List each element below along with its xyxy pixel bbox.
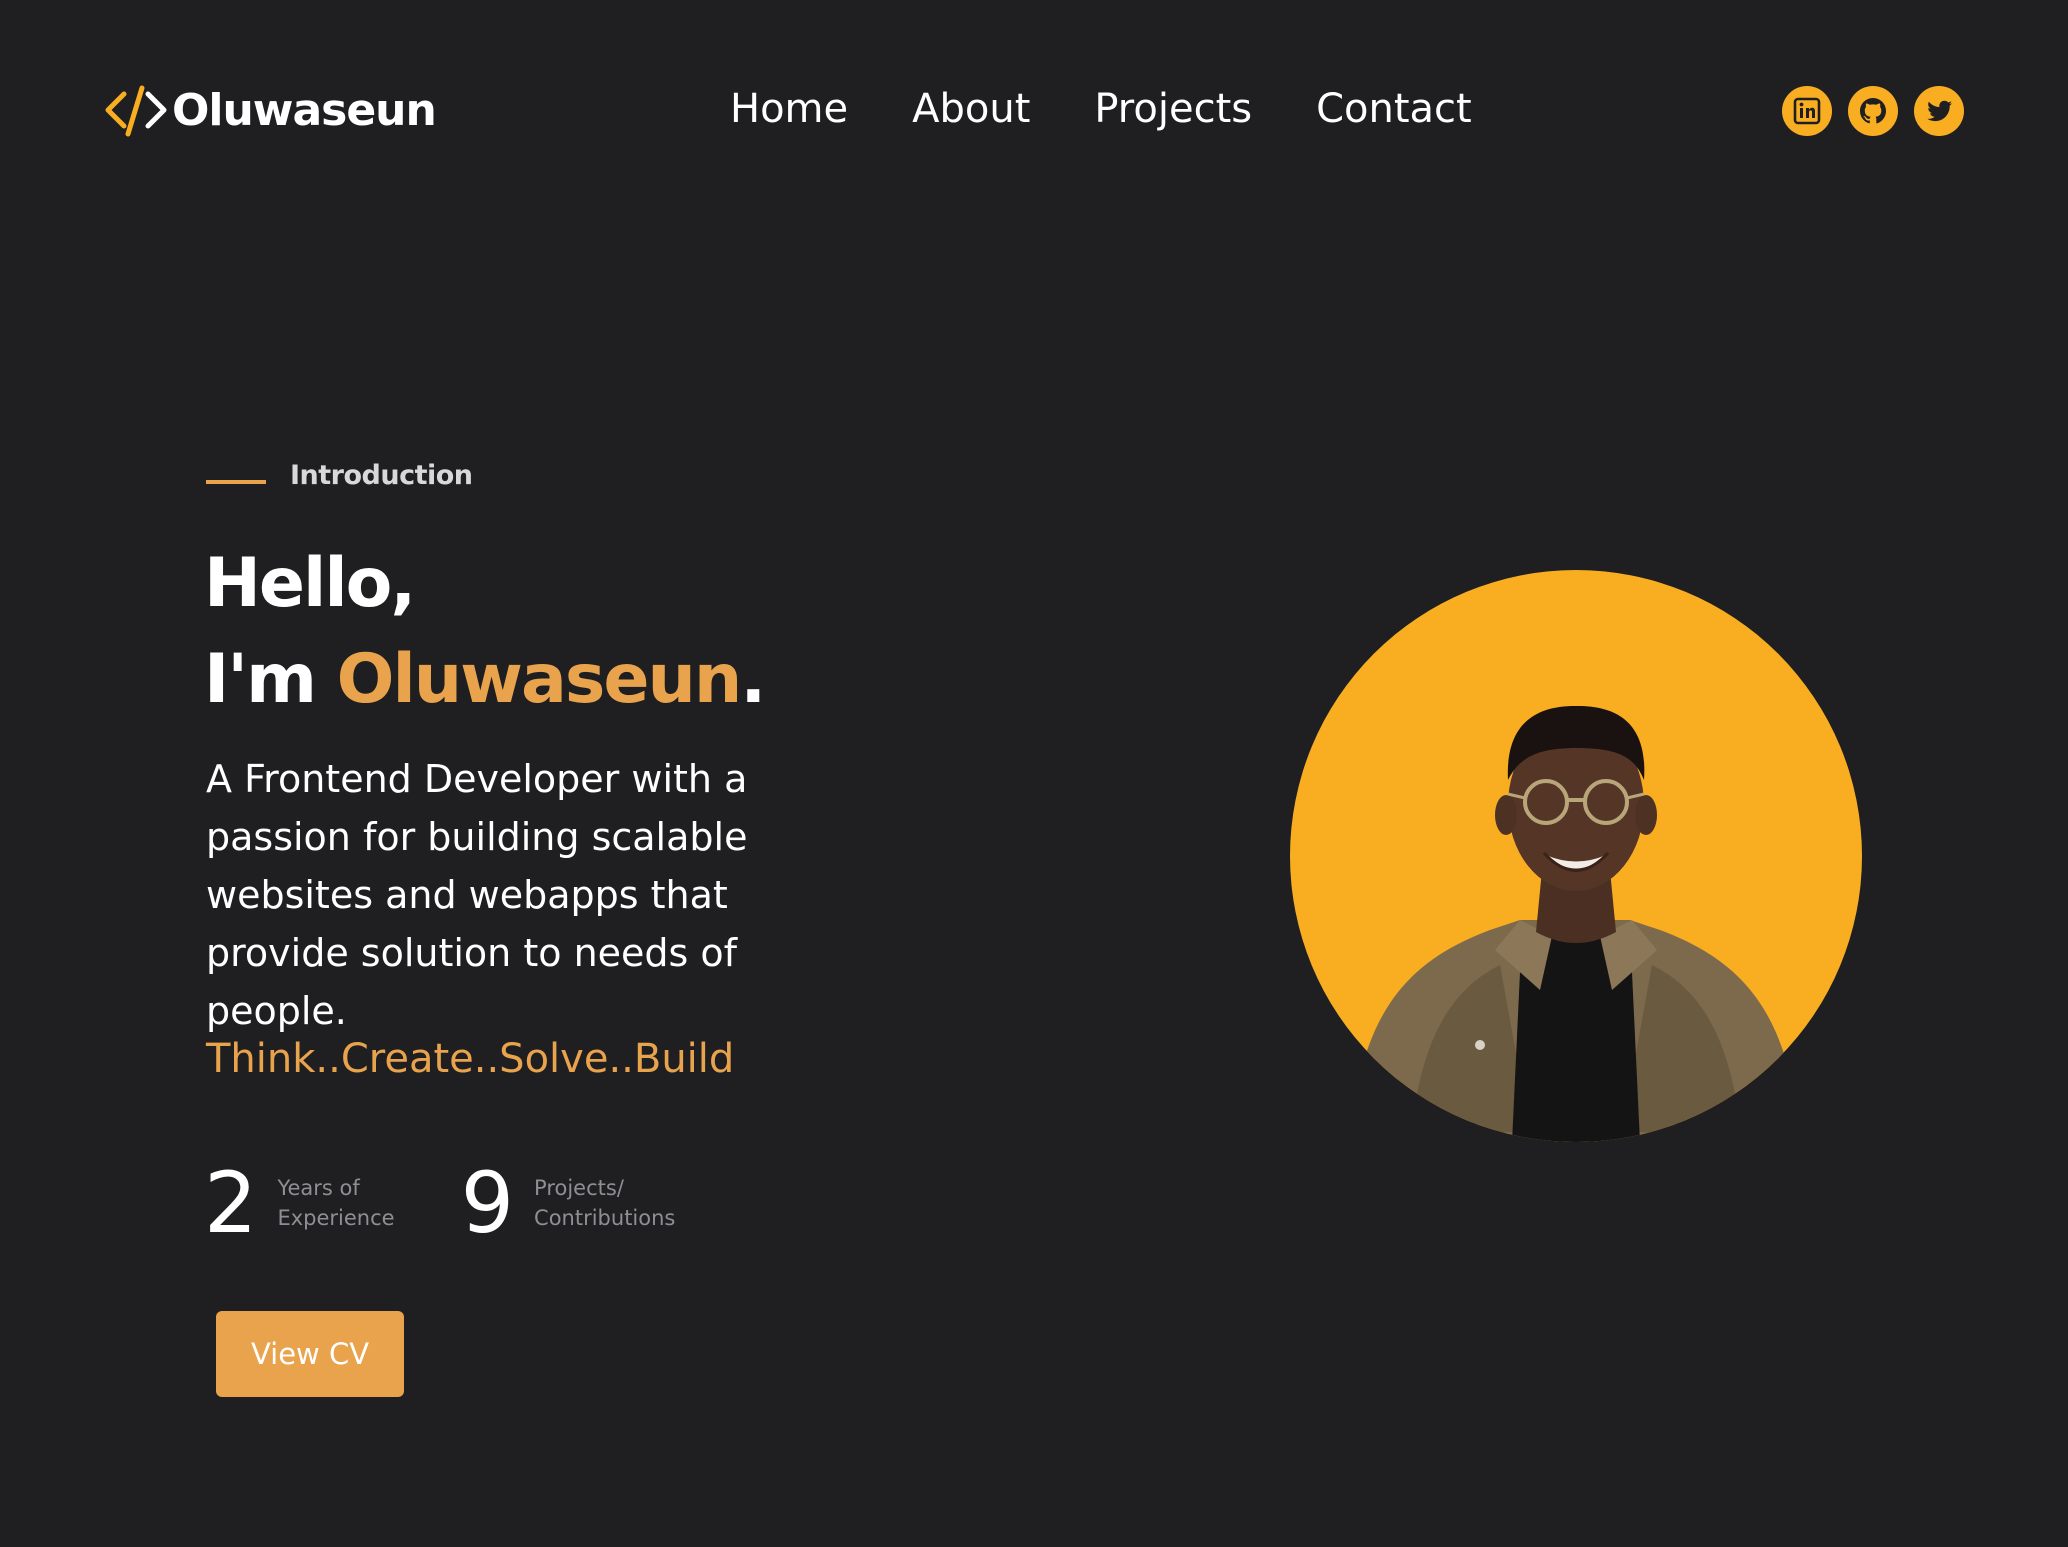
stats-row: 2 Years of Experience 9 Projects/ Contri…	[204, 1158, 741, 1248]
stat-projects: 9 Projects/ Contributions	[461, 1158, 676, 1248]
hero-headline: Hello, I'm Oluwaseun.	[204, 536, 766, 728]
logo[interactable]: Oluwaseun	[104, 80, 437, 140]
intro-text: Introduction	[290, 460, 473, 491]
stat-label-line1: Projects/	[534, 1176, 624, 1200]
stat-label: Years of Experience	[277, 1173, 394, 1233]
twitter-icon	[1927, 100, 1952, 122]
logo-text: Oluwaseun	[172, 84, 437, 136]
stat-label-line2: Contributions	[534, 1206, 676, 1230]
hero-name: Oluwaseun	[336, 640, 743, 719]
stat-experience: 2 Years of Experience	[204, 1158, 395, 1248]
stat-label-line1: Years of	[277, 1176, 360, 1200]
profile-photo	[1290, 570, 1862, 1142]
stat-label-line2: Experience	[277, 1206, 395, 1230]
stat-label: Projects/ Contributions	[534, 1173, 675, 1233]
im-prefix: I'm	[204, 640, 337, 719]
nav-projects-link[interactable]: Projects	[1094, 86, 1252, 132]
nav-contact-link[interactable]: Contact	[1316, 86, 1472, 132]
github-button[interactable]	[1848, 86, 1898, 136]
intro-divider	[206, 479, 266, 484]
person-portrait-image	[1350, 705, 1800, 1142]
code-brackets-icon	[105, 85, 167, 137]
twitter-button[interactable]	[1914, 86, 1964, 136]
nav-about-link[interactable]: About	[912, 86, 1030, 132]
social-links	[1782, 86, 1964, 136]
greeting: Hello,	[204, 544, 416, 623]
name-suffix: .	[740, 640, 766, 719]
main-nav: Home About Projects Contact	[730, 86, 1472, 132]
hero-description: A Frontend Developer with a passion for …	[206, 757, 748, 1033]
view-cv-button[interactable]: View CV	[216, 1311, 404, 1397]
stat-number: 9	[460, 1154, 515, 1252]
hero-tagline: Think..Create..Solve..Build	[206, 1036, 735, 1082]
intro-label: Introduction	[206, 460, 473, 491]
stat-number: 2	[204, 1154, 258, 1252]
github-icon	[1860, 98, 1886, 124]
nav-home-link[interactable]: Home	[730, 86, 848, 132]
linkedin-button[interactable]	[1782, 86, 1832, 136]
linkedin-icon	[1793, 97, 1821, 125]
